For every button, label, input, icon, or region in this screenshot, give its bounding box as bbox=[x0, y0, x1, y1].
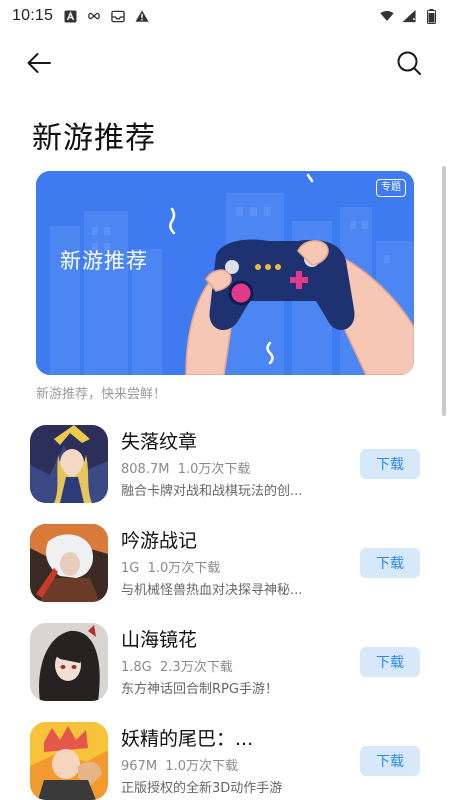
app-meta: 1.8G 2.3万次下载 bbox=[121, 656, 233, 675]
app-size: 1.8G bbox=[121, 660, 152, 675]
app-meta: 967M 1.0万次下载 bbox=[121, 755, 238, 774]
app-list-item[interactable]: 山海镜花 1.8G 2.3万次下载 东方神话回合制RPG手游！ 下载 bbox=[30, 623, 422, 707]
featured-banner[interactable]: 新游推荐 专题 bbox=[36, 171, 414, 375]
scrollbar[interactable] bbox=[442, 160, 446, 800]
search-button[interactable] bbox=[394, 50, 424, 80]
app-list-item[interactable]: 妖精的尾巴：... 967M 1.0万次下载 正版授权的全新3D动作手游 下载 bbox=[30, 722, 422, 800]
app-meta: 1G 1.0万次下载 bbox=[121, 557, 220, 576]
app-icon bbox=[30, 524, 108, 602]
infinity-icon bbox=[87, 9, 101, 23]
app-meta: 808.7M 1.0万次下载 bbox=[121, 458, 250, 477]
page-title: 新游推荐 bbox=[32, 121, 156, 156]
app-icon bbox=[30, 623, 108, 701]
status-bar: 10:15 bbox=[0, 0, 450, 32]
app-size: 1G bbox=[121, 561, 140, 576]
app-name: 失落纹章 bbox=[121, 431, 198, 453]
app-size: 967M bbox=[121, 759, 158, 774]
download-button[interactable]: 下载 bbox=[360, 548, 420, 578]
download-button[interactable]: 下载 bbox=[360, 449, 420, 479]
app-description: 正版授权的全新3D动作手游 bbox=[121, 781, 283, 796]
inbox-icon bbox=[111, 9, 125, 23]
app-downloads: 2.3万次下载 bbox=[160, 660, 233, 675]
a-letter-icon bbox=[63, 9, 77, 23]
app-description: 与机械怪兽热血对决探寻神秘... bbox=[121, 583, 303, 598]
app-name: 山海镜花 bbox=[121, 629, 198, 651]
arrow-left-icon bbox=[26, 52, 52, 78]
app-list-item[interactable]: 失落纹章 808.7M 1.0万次下载 融合卡牌对战和战棋玩法的创... 下载 bbox=[30, 425, 422, 509]
app-icon bbox=[30, 425, 108, 503]
app-name: 妖精的尾巴：... bbox=[121, 728, 254, 750]
download-button[interactable]: 下载 bbox=[360, 647, 420, 677]
banner-title: 新游推荐 bbox=[60, 249, 148, 273]
app-description: 融合卡牌对战和战棋玩法的创... bbox=[121, 484, 303, 499]
wifi-icon bbox=[380, 9, 394, 23]
alert-icon bbox=[135, 9, 149, 23]
back-button[interactable] bbox=[22, 50, 56, 80]
app-downloads: 1.0万次下载 bbox=[147, 561, 221, 576]
app-downloads: 1.0万次下载 bbox=[177, 462, 251, 477]
app-list-item[interactable]: 吟游战记 1G 1.0万次下载 与机械怪兽热血对决探寻神秘... 下载 bbox=[30, 524, 422, 608]
status-time: 10:15 bbox=[12, 7, 54, 24]
signal-icon bbox=[402, 9, 416, 23]
app-description: 东方神话回合制RPG手游！ bbox=[121, 682, 278, 697]
banner-caption: 新游推荐，快来尝鲜！ bbox=[36, 387, 167, 402]
app-size: 808.7M bbox=[121, 462, 170, 477]
app-icon bbox=[30, 722, 108, 800]
scrollbar-thumb[interactable] bbox=[442, 166, 446, 416]
app-downloads: 1.0万次下载 bbox=[165, 759, 238, 774]
download-button[interactable]: 下载 bbox=[360, 746, 420, 776]
app-header bbox=[0, 40, 450, 88]
app-name: 吟游战记 bbox=[121, 530, 198, 552]
battery-icon bbox=[424, 8, 438, 24]
topic-badge: 专题 bbox=[376, 179, 406, 197]
search-icon bbox=[396, 50, 422, 80]
